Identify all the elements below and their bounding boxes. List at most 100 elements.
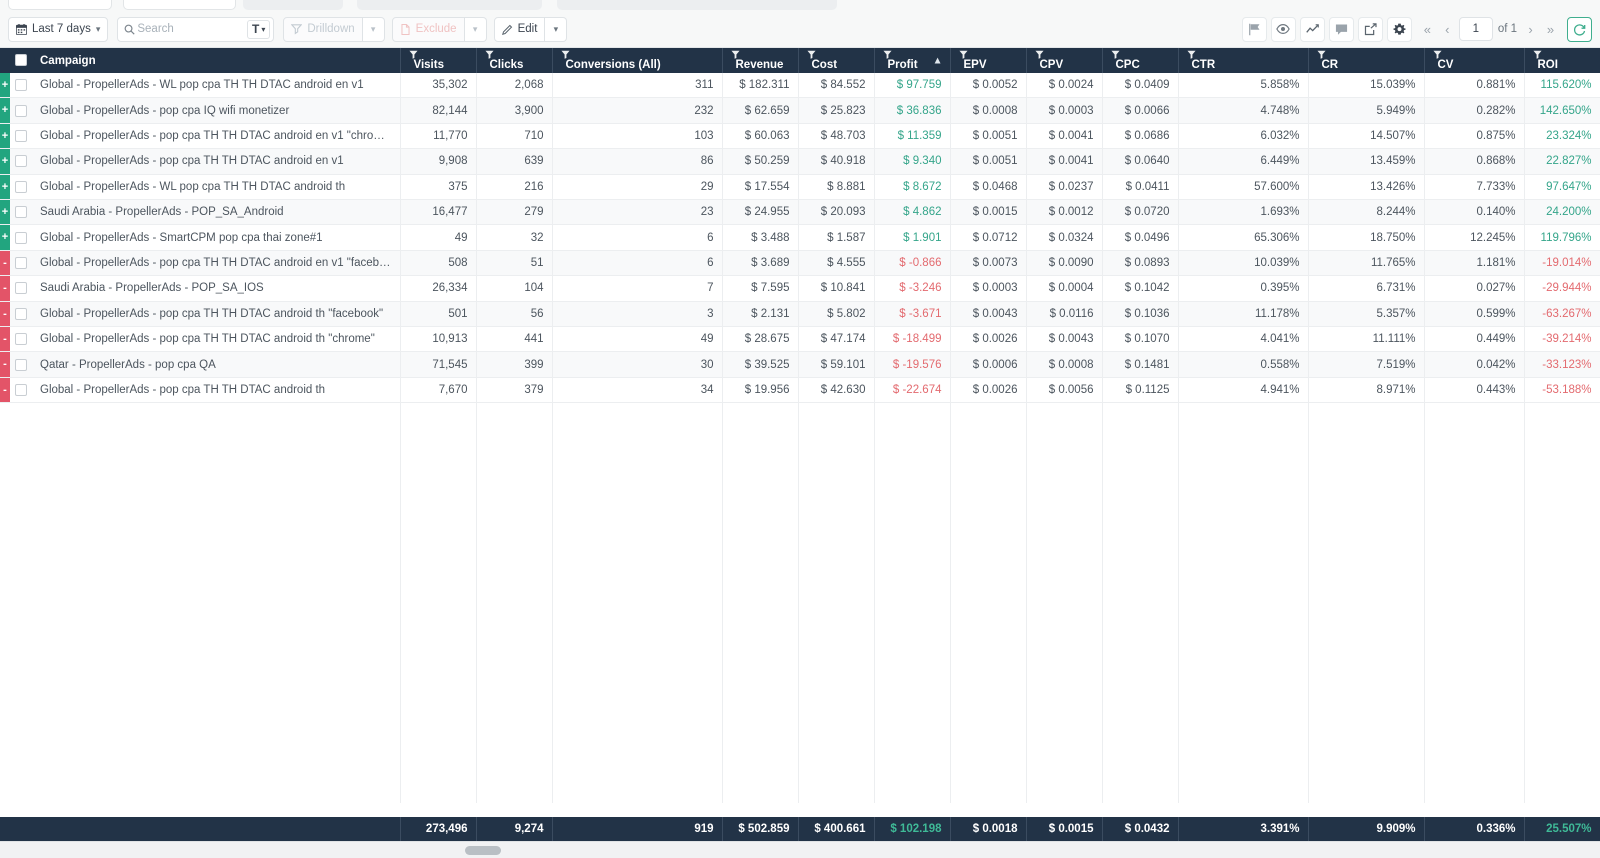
row-checkbox[interactable] (15, 104, 27, 117)
table-row[interactable]: - Qatar - PropellerAds - pop cpa QA 71,545… (0, 351, 1600, 378)
filter-icon[interactable] (560, 50, 714, 59)
top-chip-2[interactable] (123, 0, 236, 10)
select-all-checkbox[interactable] (15, 54, 27, 67)
row-checkbox-cell[interactable] (10, 97, 32, 124)
top-chip-4[interactable] (357, 0, 542, 10)
horizontal-scrollbar[interactable] (0, 841, 1600, 858)
filter-icon[interactable] (408, 50, 468, 59)
row-status-positive[interactable]: + (0, 199, 10, 226)
exclude-caret[interactable]: ▾ (464, 16, 487, 42)
search-type-selector[interactable]: T ▾ (247, 19, 271, 39)
table-row[interactable]: - Saudi Arabia - PropellerAds - POP_SA_IO… (0, 275, 1600, 302)
filter-icon[interactable] (806, 50, 866, 59)
page-number-input[interactable] (1458, 17, 1493, 41)
row-checkbox[interactable] (15, 231, 27, 244)
flag-button[interactable] (1241, 16, 1267, 42)
column-header-epv[interactable]: EPV (950, 48, 1027, 73)
chart-button[interactable] (1299, 16, 1325, 42)
row-status-positive[interactable]: + (0, 174, 10, 201)
row-checkbox[interactable] (15, 130, 27, 142)
row-checkbox[interactable] (15, 333, 27, 346)
row-checkbox[interactable] (15, 180, 27, 193)
filter-icon[interactable] (484, 50, 544, 59)
row-checkbox-cell[interactable] (10, 224, 32, 251)
search-input[interactable] (135, 22, 247, 36)
sort-asc-icon[interactable]: ▲ (933, 55, 943, 66)
filter-icon[interactable] (1034, 50, 1094, 59)
table-row[interactable]: - Global - PropellerAds - pop cpa TH TH D… (0, 301, 1600, 328)
scrollbar-thumb[interactable] (465, 846, 501, 855)
row-status-negative[interactable]: - (0, 275, 10, 302)
row-checkbox-cell[interactable] (10, 73, 32, 99)
row-checkbox[interactable] (15, 358, 27, 371)
filter-icon[interactable] (1532, 50, 1592, 59)
row-checkbox[interactable] (15, 206, 27, 219)
column-header-roi[interactable]: ROI (1524, 48, 1600, 73)
column-header-campaign[interactable]: Campaign (32, 48, 401, 73)
row-status-positive[interactable]: + (0, 123, 10, 150)
row-checkbox[interactable] (15, 257, 27, 270)
row-checkbox[interactable] (15, 282, 27, 295)
column-header-cr[interactable]: CR (1308, 48, 1425, 73)
preview-button[interactable] (1270, 16, 1296, 42)
row-checkbox[interactable] (15, 155, 27, 168)
row-checkbox-cell[interactable] (10, 377, 32, 404)
filter-icon[interactable] (1110, 50, 1170, 59)
row-status-positive[interactable]: + (0, 97, 10, 124)
comment-button[interactable] (1328, 16, 1354, 42)
edit-group[interactable]: Edit ▾ (493, 16, 568, 42)
top-chip-3[interactable] (243, 0, 343, 10)
column-header-clicks[interactable]: Clicks (476, 48, 553, 73)
table-row[interactable]: - Global - PropellerAds - pop cpa TH TH D… (0, 250, 1600, 277)
row-checkbox-cell[interactable] (10, 199, 32, 226)
column-header-cpv[interactable]: CPV (1026, 48, 1103, 73)
first-page-button[interactable]: « (1419, 18, 1436, 40)
table-row[interactable]: + Global - PropellerAds - WL pop cpa TH T… (0, 73, 1600, 99)
prev-page-button[interactable]: ‹ (1439, 18, 1456, 40)
row-checkbox[interactable] (15, 384, 27, 397)
drilldown-button[interactable]: Drilldown (283, 16, 363, 42)
table-row[interactable]: + Global - PropellerAds - pop cpa TH TH D… (0, 148, 1600, 175)
row-checkbox-cell[interactable] (10, 301, 32, 328)
edit-button[interactable]: Edit (493, 16, 546, 42)
filter-icon[interactable] (1316, 50, 1416, 59)
row-status-positive[interactable]: + (0, 224, 10, 251)
column-header-conversions[interactable]: Conversions (All) (552, 48, 723, 73)
row-checkbox-cell[interactable] (10, 123, 32, 150)
last-page-button[interactable]: » (1542, 18, 1559, 40)
exclude-button[interactable]: Exclude (391, 16, 465, 42)
search-box[interactable]: T ▾ (117, 16, 275, 42)
row-checkbox[interactable] (15, 79, 27, 92)
date-range-button[interactable]: Last 7 days ▾ (8, 16, 109, 42)
row-status-negative[interactable]: - (0, 377, 10, 404)
share-button[interactable] (1357, 16, 1383, 42)
table-row[interactable]: + Global - PropellerAds - pop cpa IQ wifi… (0, 97, 1600, 124)
table-row[interactable]: + Global - PropellerAds - pop cpa TH TH D… (0, 123, 1600, 150)
row-checkbox-cell[interactable] (10, 275, 32, 302)
column-header-visits[interactable]: Visits (400, 48, 477, 73)
row-status-negative[interactable]: - (0, 351, 10, 378)
filter-icon[interactable] (1186, 50, 1300, 59)
drilldown-group[interactable]: Drilldown ▾ (283, 16, 385, 42)
top-chip-1[interactable] (8, 0, 112, 10)
table-row[interactable]: + Global - PropellerAds - WL pop cpa TH T… (0, 174, 1600, 201)
row-status-negative[interactable]: - (0, 250, 10, 277)
row-status-positive[interactable]: + (0, 148, 10, 175)
top-chip-5[interactable] (557, 0, 837, 10)
row-checkbox-cell[interactable] (10, 174, 32, 201)
table-row[interactable]: - Global - PropellerAds - pop cpa TH TH D… (0, 377, 1600, 404)
select-all-header[interactable] (10, 48, 32, 73)
column-header-cost[interactable]: Cost (798, 48, 875, 73)
row-checkbox-cell[interactable] (10, 148, 32, 175)
column-header-cpc[interactable]: CPC (1102, 48, 1179, 73)
row-status-negative[interactable]: - (0, 326, 10, 353)
drilldown-caret[interactable]: ▾ (362, 16, 385, 42)
filter-icon[interactable] (1432, 50, 1516, 59)
column-header-ctr[interactable]: CTR (1178, 48, 1309, 73)
column-header-revenue[interactable]: Revenue (722, 48, 799, 73)
row-checkbox-cell[interactable] (10, 250, 32, 277)
exclude-group[interactable]: Exclude ▾ (391, 16, 487, 42)
column-header-cv[interactable]: CV (1424, 48, 1525, 73)
row-status-negative[interactable]: - (0, 301, 10, 328)
row-checkbox[interactable] (15, 307, 27, 320)
